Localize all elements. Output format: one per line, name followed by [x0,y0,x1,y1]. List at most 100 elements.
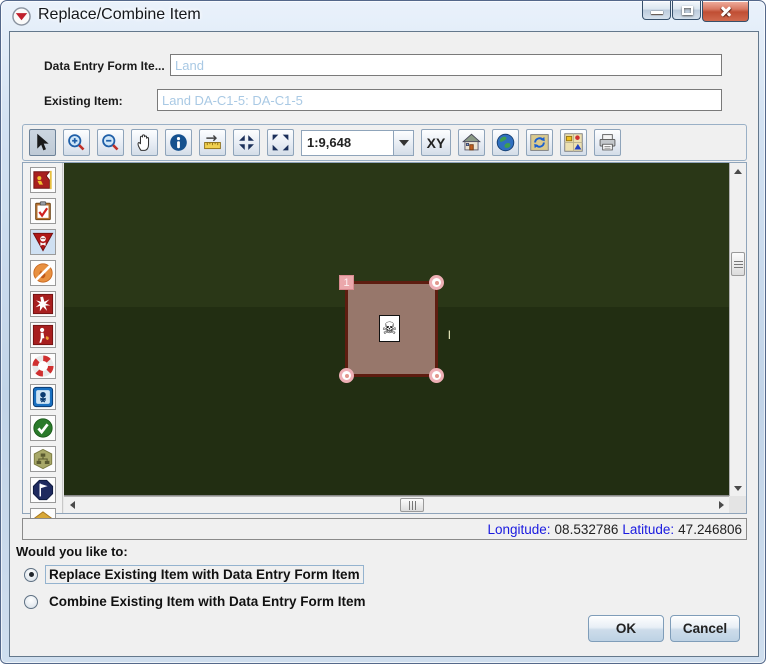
scale-combo [301,129,414,156]
explosion-tool-button[interactable] [29,291,56,317]
no-fire-tool-button[interactable] [29,260,56,286]
vertex-label: 1 [343,276,350,289]
hazard-skull-icon [32,232,53,252]
measure-button[interactable] [199,129,226,156]
combine-option-label[interactable]: Combine Existing Item with Data Entry Fo… [45,592,370,611]
globe-button[interactable] [492,129,519,156]
feature-label: l [448,328,451,342]
combine-option-row[interactable]: Combine Existing Item with Data Entry Fo… [24,592,370,611]
app-icon [12,7,31,26]
map-toolbar: XY [22,124,747,161]
evacuee-icon [32,324,53,346]
map-overview-button[interactable] [560,129,587,156]
decon-tool-button[interactable] [29,384,56,410]
zoom-in-button[interactable] [63,129,90,156]
home-icon [462,133,481,151]
xy-label: XY [426,134,446,151]
minimize-button[interactable] [642,1,671,20]
arrow-up-icon [734,165,742,174]
scale-dropdown-button[interactable] [393,129,414,156]
data-entry-form-item-field[interactable] [170,54,722,76]
zoom-extent-icon [272,134,289,151]
combine-radio[interactable] [24,594,38,609]
vertex-handle-1[interactable]: 1 [339,275,354,290]
check-tool-button[interactable] [29,415,56,441]
scroll-right-button[interactable] [713,497,729,513]
scroll-left-button[interactable] [64,497,80,513]
replace-option-label[interactable]: Replace Existing Item with Data Entry Fo… [45,565,364,584]
lifebuoy-tool-button[interactable] [29,353,56,379]
org-chart-tool-button[interactable] [29,446,56,472]
decon-skull-icon [32,386,53,408]
latitude-value: 47.246806 [678,521,742,537]
dialog-body: Data Entry Form Ite... Existing Item: [9,31,759,657]
maximize-button[interactable] [672,1,701,20]
check-icon [32,418,53,438]
arrow-right-icon [718,501,728,509]
horizontal-scrollbar[interactable] [64,496,729,513]
vertex-handle-4[interactable] [429,368,444,383]
home-button[interactable] [458,129,485,156]
scroll-down-button[interactable] [730,480,746,496]
chevron-down-icon [398,139,409,151]
lifebuoy-icon [31,355,54,377]
scale-input[interactable] [301,129,393,156]
replace-radio[interactable] [24,567,38,582]
pointer-icon [37,133,49,151]
print-button[interactable] [594,129,621,156]
coordinate-statusbar: Longitude: 08.532786 Latitude: 47.246806 [22,518,747,540]
zoom-in-icon [68,134,85,151]
command-post-tool-button[interactable] [29,167,56,193]
longitude-label: Longitude: [487,521,551,537]
print-icon [599,134,616,151]
vertex-handle-3[interactable] [339,368,354,383]
vertical-scroll-thumb[interactable] [731,252,745,276]
dialog-window: Replace/Combine Item Data Entry Form Ite… [0,0,766,664]
prompt-question: Would you like to: [16,544,128,559]
pan-button[interactable] [131,129,158,156]
pan-hand-icon [137,134,150,151]
evacuee-tool-button[interactable] [29,322,56,348]
scroll-up-button[interactable] [730,163,746,179]
map-overview-icon [564,133,583,152]
map-canvas[interactable]: 1 ☠ l [64,163,729,496]
measure-icon [204,135,221,150]
pointer-tool-button[interactable] [29,129,56,156]
data-entry-form-item-label: Data Entry Form Ite... [44,59,165,73]
close-button[interactable] [702,1,749,22]
cancel-button[interactable]: Cancel [670,615,740,642]
zoom-out-button[interactable] [97,129,124,156]
vertical-scrollbar[interactable] [729,163,746,496]
hazard-marker[interactable]: ☠ [379,315,400,342]
arrow-left-icon [66,501,75,509]
info-button[interactable] [165,129,192,156]
existing-item-field[interactable] [157,89,722,111]
minimize-icon [651,11,663,14]
info-icon [170,134,187,151]
flag-tool-button[interactable] [29,477,56,503]
titlebar[interactable]: Replace/Combine Item [1,1,765,31]
close-icon [719,4,733,18]
arrow-down-icon [734,485,742,495]
xy-button[interactable]: XY [421,129,451,156]
map-refresh-icon [530,134,549,151]
ok-button[interactable]: OK [588,615,664,642]
replace-option-row[interactable]: Replace Existing Item with Data Entry Fo… [24,565,364,584]
map-refresh-button[interactable] [526,129,553,156]
command-post-icon [32,170,52,190]
vertex-handle-2[interactable] [429,275,444,290]
zoom-collapse-icon [239,135,254,150]
existing-item-label: Existing Item: [44,94,123,108]
maximize-icon [682,6,693,15]
explosion-icon [32,293,53,315]
longitude-value: 08.532786 [554,521,619,537]
globe-icon [496,133,515,152]
horizontal-scroll-thumb[interactable] [400,498,424,512]
zoom-out-icon [102,134,119,151]
hazard-tool-button[interactable] [29,229,56,255]
zoom-extent-button[interactable] [267,129,294,156]
zoom-collapse-button[interactable] [233,129,260,156]
land-polygon[interactable]: 1 ☠ [339,275,444,383]
map-symbol-toolbar [23,163,63,534]
checklist-tool-button[interactable] [29,198,56,224]
